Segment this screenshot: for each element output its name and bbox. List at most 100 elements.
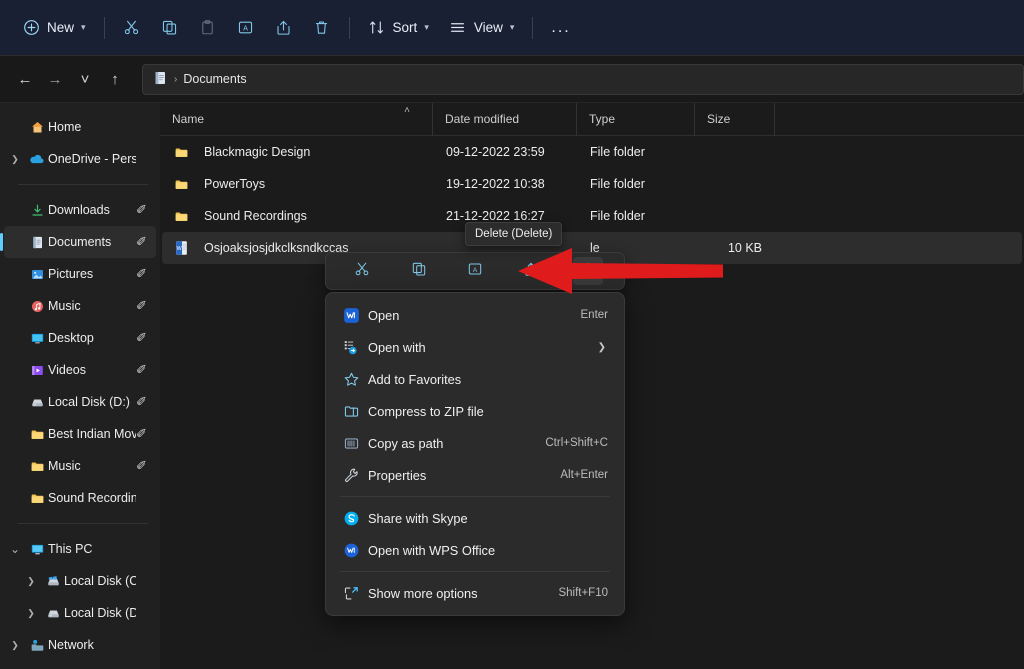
pin-icon[interactable]: ✐	[136, 298, 152, 314]
desktop-icon	[26, 331, 48, 346]
column-header-date-modified[interactable]: Date modified	[432, 102, 576, 136]
sort-button[interactable]: Sort ▾	[358, 11, 439, 45]
menu-item-open-with[interactable]: Open with ❯	[330, 331, 620, 363]
toolbar-divider-1	[103, 16, 105, 39]
sidebar-item-label: Pictures	[48, 267, 94, 281]
table-row[interactable]: Sound Recordings 21-12-2022 16:27 File fol…	[162, 200, 1022, 232]
drive-icon	[42, 606, 64, 621]
copy-icon	[411, 261, 427, 282]
menu-item-share-with-skype[interactable]: Share with Skype	[330, 502, 620, 534]
menu-item-shortcut: Shift+F10	[558, 587, 608, 599]
plus-circle-icon	[22, 19, 40, 37]
sidebar-item-home[interactable]: Home	[4, 111, 156, 143]
pin-icon[interactable]: ✐	[136, 426, 152, 442]
pin-icon[interactable]: ✐	[136, 330, 152, 346]
pin-icon[interactable]: ✐	[136, 202, 152, 218]
home-icon	[26, 120, 48, 135]
sidebar-item-label: Downloads	[48, 203, 110, 217]
menu-item-shortcut: Ctrl+Shift+C	[545, 437, 608, 449]
menu-item-show-more-options[interactable]: Show more options Shift+F10	[330, 577, 620, 609]
chevron-right-icon[interactable]: ❯	[20, 608, 42, 619]
pin-icon[interactable]: ✐	[136, 394, 152, 410]
copy-button[interactable]	[151, 11, 189, 45]
new-button[interactable]: New ▾	[12, 11, 96, 45]
skype-icon	[338, 510, 364, 527]
sidebar-item-pictures[interactable]: Pictures ✐	[4, 258, 156, 290]
see-more-button[interactable]: ...	[541, 11, 580, 45]
menu-item-label: Copy as path	[368, 435, 444, 451]
arrow-right-icon: →	[47, 70, 63, 88]
sidebar-item-onedrive-persona[interactable]: ❯ OneDrive - Persona	[4, 143, 156, 175]
pin-icon[interactable]: ✐	[136, 234, 152, 250]
sidebar-item-videos[interactable]: Videos ✐	[4, 354, 156, 386]
scissors-icon	[354, 261, 370, 282]
delete-button[interactable]	[303, 11, 341, 45]
chevron-right-icon[interactable]: ❯	[4, 154, 26, 165]
menu-item-compress-to-zip-file[interactable]: Compress to ZIP file	[330, 395, 620, 427]
menu-item-properties[interactable]: Properties Alt+Enter	[330, 459, 620, 491]
breadcrumb-documents[interactable]: Documents	[183, 72, 246, 86]
mini-rename-button[interactable]: A	[460, 257, 490, 285]
paste-button[interactable]	[189, 11, 227, 45]
menu-item-copy-as-path[interactable]: Copy as path Ctrl+Shift+C	[330, 427, 620, 459]
pin-icon[interactable]: ✐	[136, 266, 152, 282]
sidebar-item-desktop[interactable]: Desktop ✐	[4, 322, 156, 354]
sidebar-item-this-pc[interactable]: ⌄ This PC	[4, 533, 156, 565]
sidebar-item-label: This PC	[48, 542, 93, 556]
sidebar-item-music[interactable]: Music ✐	[4, 290, 156, 322]
column-headers: Name ˄ Date modified Type Size	[160, 102, 1024, 136]
ellipsis-icon: ...	[551, 18, 571, 36]
rename-button[interactable]: A	[227, 11, 265, 45]
sidebar-item-label: Network	[48, 638, 94, 652]
column-header-name[interactable]: Name ˄	[160, 103, 432, 136]
sidebar-item-sound-recordings[interactable]: Sound Recordings	[4, 482, 156, 514]
svg-text:A: A	[473, 266, 478, 273]
copy-path-icon	[338, 435, 364, 452]
column-header-type[interactable]: Type	[576, 102, 694, 136]
sidebar-item-documents[interactable]: Documents ✐	[0, 226, 156, 258]
menu-item-open[interactable]: Open Enter	[330, 299, 620, 331]
column-header-size[interactable]: Size	[694, 102, 774, 136]
chevron-right-icon[interactable]: ❯	[598, 342, 612, 353]
chevron-down-icon[interactable]: ⌄	[4, 542, 26, 556]
sidebar-item-music[interactable]: Music ✐	[4, 450, 156, 482]
pin-spacer	[138, 122, 150, 132]
table-row[interactable]: Blackmagic Design 09-12-2022 23:59 File fo…	[162, 136, 1022, 168]
sidebar-item-downloads[interactable]: Downloads ✐	[4, 194, 156, 226]
address-bar[interactable]: › Documents	[142, 63, 1024, 95]
chevron-right-icon[interactable]: ❯	[20, 576, 42, 587]
chevron-right-icon[interactable]: ❯	[4, 640, 26, 651]
cell-name: PowerToys	[204, 177, 266, 191]
menu-item-label: Share with Skype	[368, 510, 468, 526]
column-header-extra[interactable]	[774, 102, 894, 136]
context-menu-divider	[340, 571, 610, 572]
folder-icon	[26, 427, 48, 442]
sidebar-item-label: Videos	[48, 363, 86, 377]
cut-button[interactable]	[113, 11, 151, 45]
back-button[interactable]: ←	[10, 64, 40, 94]
sidebar-item-best-indian-mov[interactable]: Best Indian Mov ✐	[4, 418, 156, 450]
up-button[interactable]: ↑	[100, 64, 130, 94]
sidebar-item-label: Best Indian Mov	[48, 427, 136, 441]
arrow-up-icon: ↑	[111, 70, 119, 88]
table-row[interactable]: PowerToys 19-12-2022 10:38 File folder	[162, 168, 1022, 200]
mini-copy-button[interactable]	[404, 257, 434, 285]
recent-locations-button[interactable]: ˅	[70, 64, 100, 94]
pin-icon[interactable]: ✐	[136, 458, 152, 474]
forward-button[interactable]: →	[40, 64, 70, 94]
cell-type: File folder	[590, 145, 645, 159]
menu-item-add-to-favorites[interactable]: Add to Favorites	[330, 363, 620, 395]
sidebar-item-local-disk-d[interactable]: ❯ Local Disk (D:)	[4, 597, 156, 629]
mini-cut-button[interactable]	[347, 257, 377, 285]
more-options-icon	[338, 585, 364, 602]
sidebar-item-local-disk-d[interactable]: Local Disk (D:) ✐	[4, 386, 156, 418]
sidebar-item-network[interactable]: ❯ Network	[4, 629, 156, 661]
sidebar-item-label: Music	[48, 459, 81, 473]
view-button[interactable]: View ▾	[439, 11, 525, 45]
pin-icon[interactable]: ✐	[136, 362, 152, 378]
share-button[interactable]	[265, 11, 303, 45]
navigation-pane[interactable]: Home❯OneDrive - PersonaDownloads✐Documen…	[0, 103, 160, 669]
context-menu[interactable]: Open Enter Open with ❯ Add to Favorites Compr…	[325, 292, 625, 616]
sidebar-item-local-disk-c[interactable]: ❯ Local Disk (C:)	[4, 565, 156, 597]
menu-item-open-with-wps-office[interactable]: Open with WPS Office	[330, 534, 620, 566]
